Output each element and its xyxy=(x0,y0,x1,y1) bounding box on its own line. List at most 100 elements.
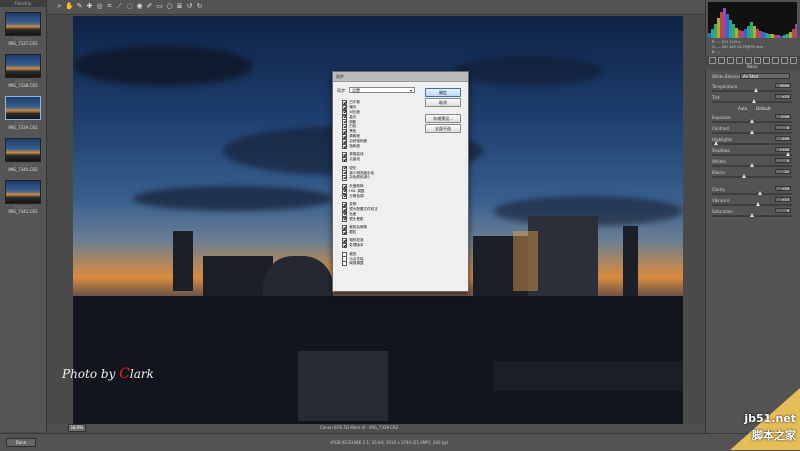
color-sampler-icon[interactable]: ✚ xyxy=(85,2,94,11)
slider-knob[interactable] xyxy=(750,213,754,217)
slider-value-field[interactable]: -100 xyxy=(775,136,791,141)
detail-tab-icon[interactable] xyxy=(727,57,734,64)
rotate-right-icon[interactable]: ↻ xyxy=(195,2,204,11)
slider-knob[interactable] xyxy=(786,152,790,156)
white-balance-select[interactable]: As Shot xyxy=(740,73,790,79)
adjustment-slider[interactable] xyxy=(712,88,792,92)
slider-knob[interactable] xyxy=(754,88,758,92)
site-watermark: jb51.net xyxy=(744,412,796,425)
default-button[interactable]: Default xyxy=(756,106,771,111)
filmstrip-thumbnail[interactable]: ☆☆☆☆☆ IMG_7340.CR2 xyxy=(5,138,41,174)
checkbox[interactable] xyxy=(342,175,348,181)
slider-label: Saturation xyxy=(712,209,733,214)
checkbox[interactable] xyxy=(342,229,348,236)
crop-icon[interactable]: ⌗ xyxy=(105,2,114,11)
sync-checklist: 白平衡 曝光 对比度 高光 阴影 白色 黑色 清晰度 自然饱和度 饱和度 参数曲线 点曲线 锐化 减少明亮… xyxy=(342,99,412,267)
workflow-options-link[interactable]: sRGB IEC61966-2.1; 16 bit; 5616 x 3744 (… xyxy=(330,440,448,445)
slider-knob[interactable] xyxy=(750,163,754,167)
hsl-tab-icon[interactable] xyxy=(736,57,743,64)
adjustment-slider[interactable] xyxy=(712,130,792,134)
adjustment-slider[interactable] xyxy=(712,174,792,178)
filmstrip-thumbnail[interactable]: ☆☆☆☆☆ IMG_7337.CR2 xyxy=(5,12,41,48)
sync-label: 同步: xyxy=(337,88,347,93)
white-balance-label: White Balance: xyxy=(712,74,743,79)
checkbox[interactable] xyxy=(342,216,348,222)
checkbox[interactable] xyxy=(342,243,348,249)
checkbox-label: 处理版本 xyxy=(349,243,364,248)
checkbox[interactable] xyxy=(342,193,348,199)
tone-curve-tab-icon[interactable] xyxy=(718,57,725,64)
done-button[interactable]: Done xyxy=(6,438,36,447)
ok-button[interactable]: 确定 xyxy=(425,88,461,97)
filmstrip-thumbnail[interactable]: ☆☆☆☆☆ IMG_7339.CR2 xyxy=(5,96,41,132)
slider-knob[interactable] xyxy=(750,119,754,123)
slider-value-field[interactable]: +15 xyxy=(775,197,791,202)
slider-knob[interactable] xyxy=(742,174,746,178)
presets-tab-icon[interactable] xyxy=(781,57,788,64)
adjustment-slider[interactable] xyxy=(712,152,792,156)
save-preset-button[interactable]: 存储预设... xyxy=(425,114,461,123)
white-balance-icon[interactable]: ✎ xyxy=(75,2,84,11)
zoom-icon[interactable]: ⌕ xyxy=(55,2,64,11)
rotate-left-icon[interactable]: ↺ xyxy=(185,2,194,11)
slider-value-field[interactable]: +20 xyxy=(775,186,791,191)
slider-knob[interactable] xyxy=(758,191,762,195)
adjustment-slider[interactable] xyxy=(712,99,792,103)
sync-checkbox-row[interactable]: 局部调整 xyxy=(342,261,412,267)
calibration-tab-icon[interactable] xyxy=(772,57,779,64)
straighten-icon[interactable]: ⟋ xyxy=(115,2,124,11)
spot-removal-icon[interactable]: ◌ xyxy=(125,2,134,11)
adjustment-slider[interactable] xyxy=(712,119,792,123)
sync-select[interactable]: 设置 ▾ xyxy=(349,87,415,93)
auto-button[interactable]: Auto xyxy=(738,106,747,111)
dialog-title: 同步 xyxy=(333,72,468,82)
thumbnail-filename: IMG_7339.CR2 xyxy=(8,125,38,130)
chevron-down-icon: ▾ xyxy=(409,88,412,93)
slider-value-field[interactable]: -21 xyxy=(775,169,791,174)
target-adjust-icon[interactable]: ◎ xyxy=(95,2,104,11)
slider-value-field[interactable]: 0.00 xyxy=(775,114,791,119)
checkbox[interactable] xyxy=(342,157,348,163)
check-none-button[interactable]: 全部不选 xyxy=(425,124,461,133)
red-eye-icon[interactable]: ◉ xyxy=(135,2,144,11)
thumbnail-filename: IMG_7337.CR2 xyxy=(8,41,38,46)
checkbox-label: 饱和度 xyxy=(349,144,360,149)
adjustment-slider[interactable] xyxy=(712,213,792,217)
slider-knob[interactable] xyxy=(756,202,761,206)
slider-value-field[interactable]: +10 xyxy=(775,94,791,99)
effects-tab-icon[interactable] xyxy=(763,57,770,64)
slider-value-field[interactable]: 0 xyxy=(775,208,791,213)
adjustment-slider[interactable] xyxy=(712,141,792,145)
slider-value-field[interactable]: 0 xyxy=(775,158,791,163)
thumbnail-filename: IMG_7338.CR2 xyxy=(8,83,38,88)
basic-tab-icon[interactable] xyxy=(709,57,716,64)
graduated-filter-icon[interactable]: ▭ xyxy=(155,2,164,11)
zoom-level-field[interactable]: 18.9% xyxy=(68,424,86,432)
split-toning-tab-icon[interactable] xyxy=(745,57,752,64)
slider-label: Shadows xyxy=(712,148,730,153)
adjustment-slider[interactable] xyxy=(712,202,792,206)
slider-label: Blacks xyxy=(712,170,725,175)
cancel-button[interactable]: 取消 xyxy=(425,98,461,107)
thumbnail-filename: IMG_7340.CR2 xyxy=(8,167,38,172)
filmstrip-header: Filmstrip xyxy=(0,0,46,7)
adjustment-slider[interactable] xyxy=(712,191,792,195)
checkbox[interactable] xyxy=(342,143,348,150)
histogram-info-line: R: --- f/11 1/15 s xyxy=(712,40,741,44)
slider-value-field[interactable]: 0 xyxy=(775,125,791,130)
slider-knob[interactable] xyxy=(750,130,754,134)
lens-tab-icon[interactable] xyxy=(754,57,761,64)
adjustment-slider[interactable] xyxy=(712,163,792,167)
checkbox[interactable] xyxy=(342,261,348,267)
filmstrip-thumbnail[interactable]: ☆☆☆☆☆ IMG_7341.CR2 xyxy=(5,180,41,216)
adjustment-brush-icon[interactable]: ✐ xyxy=(145,2,154,11)
slider-knob[interactable] xyxy=(714,141,718,145)
slider-value-field[interactable]: 5000 xyxy=(775,83,791,88)
snapshots-tab-icon[interactable] xyxy=(790,57,797,64)
histogram-info-line: G: --- ISO 100 24-70@35 mm xyxy=(712,45,763,49)
filmstrip-thumbnail[interactable]: ☆☆☆☆☆ IMG_7338.CR2 xyxy=(5,54,41,90)
preferences-icon[interactable]: ≣ xyxy=(175,2,184,11)
radial-filter-icon[interactable]: ○ xyxy=(165,2,174,11)
slider-knob[interactable] xyxy=(751,99,756,103)
hand-icon[interactable]: ✋ xyxy=(65,2,74,11)
